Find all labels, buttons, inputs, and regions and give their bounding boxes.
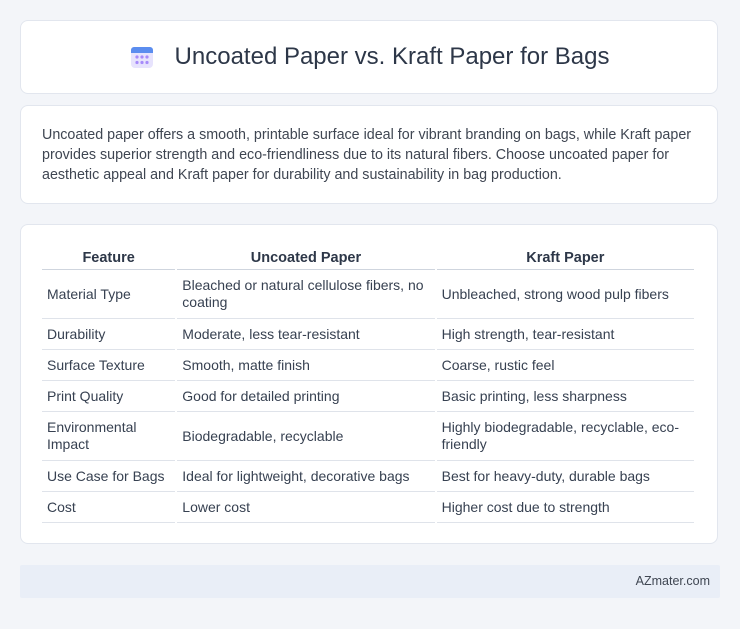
feature-cell: Environmental Impact [42,412,176,461]
kraft-cell: Higher cost due to strength [436,492,694,523]
uncoated-cell: Smooth, matte finish [177,350,435,381]
header-uncoated-paper: Uncoated Paper [177,245,435,270]
kraft-cell: Highly biodegradable, recyclable, eco-fr… [436,412,694,461]
uncoated-cell: Biodegradable, recyclable [177,412,435,461]
feature-cell: Material Type [42,270,176,319]
kraft-cell: Coarse, rustic feel [436,350,694,381]
feature-cell: Cost [42,492,176,523]
uncoated-cell: Bleached or natural cellulose fibers, no… [177,270,435,319]
kraft-cell: Unbleached, strong wood pulp fibers [436,270,694,319]
kraft-cell: Basic printing, less sharpness [436,381,694,412]
uncoated-cell: Lower cost [177,492,435,523]
table-header-row: Feature Uncoated Paper Kraft Paper [42,245,694,270]
table-row: Surface Texture Smooth, matte finish Coa… [42,350,694,381]
feature-cell: Surface Texture [42,350,176,381]
comparison-card: Feature Uncoated Paper Kraft Paper Mater… [20,224,718,544]
page: Uncoated Paper vs. Kraft Paper for Bags … [0,0,740,629]
feature-cell: Durability [42,319,176,350]
uncoated-cell: Good for detailed printing [177,381,435,412]
feature-cell: Print Quality [42,381,176,412]
page-title: Uncoated Paper vs. Kraft Paper for Bags [174,43,610,70]
summary-card: Uncoated paper offers a smooth, printabl… [20,105,718,204]
uncoated-cell: Ideal for lightweight, decorative bags [177,461,435,492]
table-row: Durability Moderate, less tear-resistant… [42,319,694,350]
uncoated-cell: Moderate, less tear-resistant [177,319,435,350]
header-feature: Feature [42,245,176,270]
table-row: Print Quality Good for detailed printing… [42,381,694,412]
table-row: Material Type Bleached or natural cellul… [42,270,694,319]
title-card: Uncoated Paper vs. Kraft Paper for Bags [20,20,718,94]
header-kraft-paper: Kraft Paper [436,245,694,270]
footer-site-link[interactable]: AZmater.com [636,574,710,588]
comparison-table: Feature Uncoated Paper Kraft Paper Mater… [40,245,696,523]
table-row: Cost Lower cost Higher cost due to stren… [42,492,694,523]
kraft-cell: Best for heavy-duty, durable bags [436,461,694,492]
table-row: Use Case for Bags Ideal for lightweight,… [42,461,694,492]
kraft-cell: High strength, tear-resistant [436,319,694,350]
calendar-icon [129,44,155,70]
footer: AZmater.com [20,565,720,598]
summary-text: Uncoated paper offers a smooth, printabl… [42,127,692,183]
table-row: Environmental Impact Biodegradable, recy… [42,412,694,461]
feature-cell: Use Case for Bags [42,461,176,492]
